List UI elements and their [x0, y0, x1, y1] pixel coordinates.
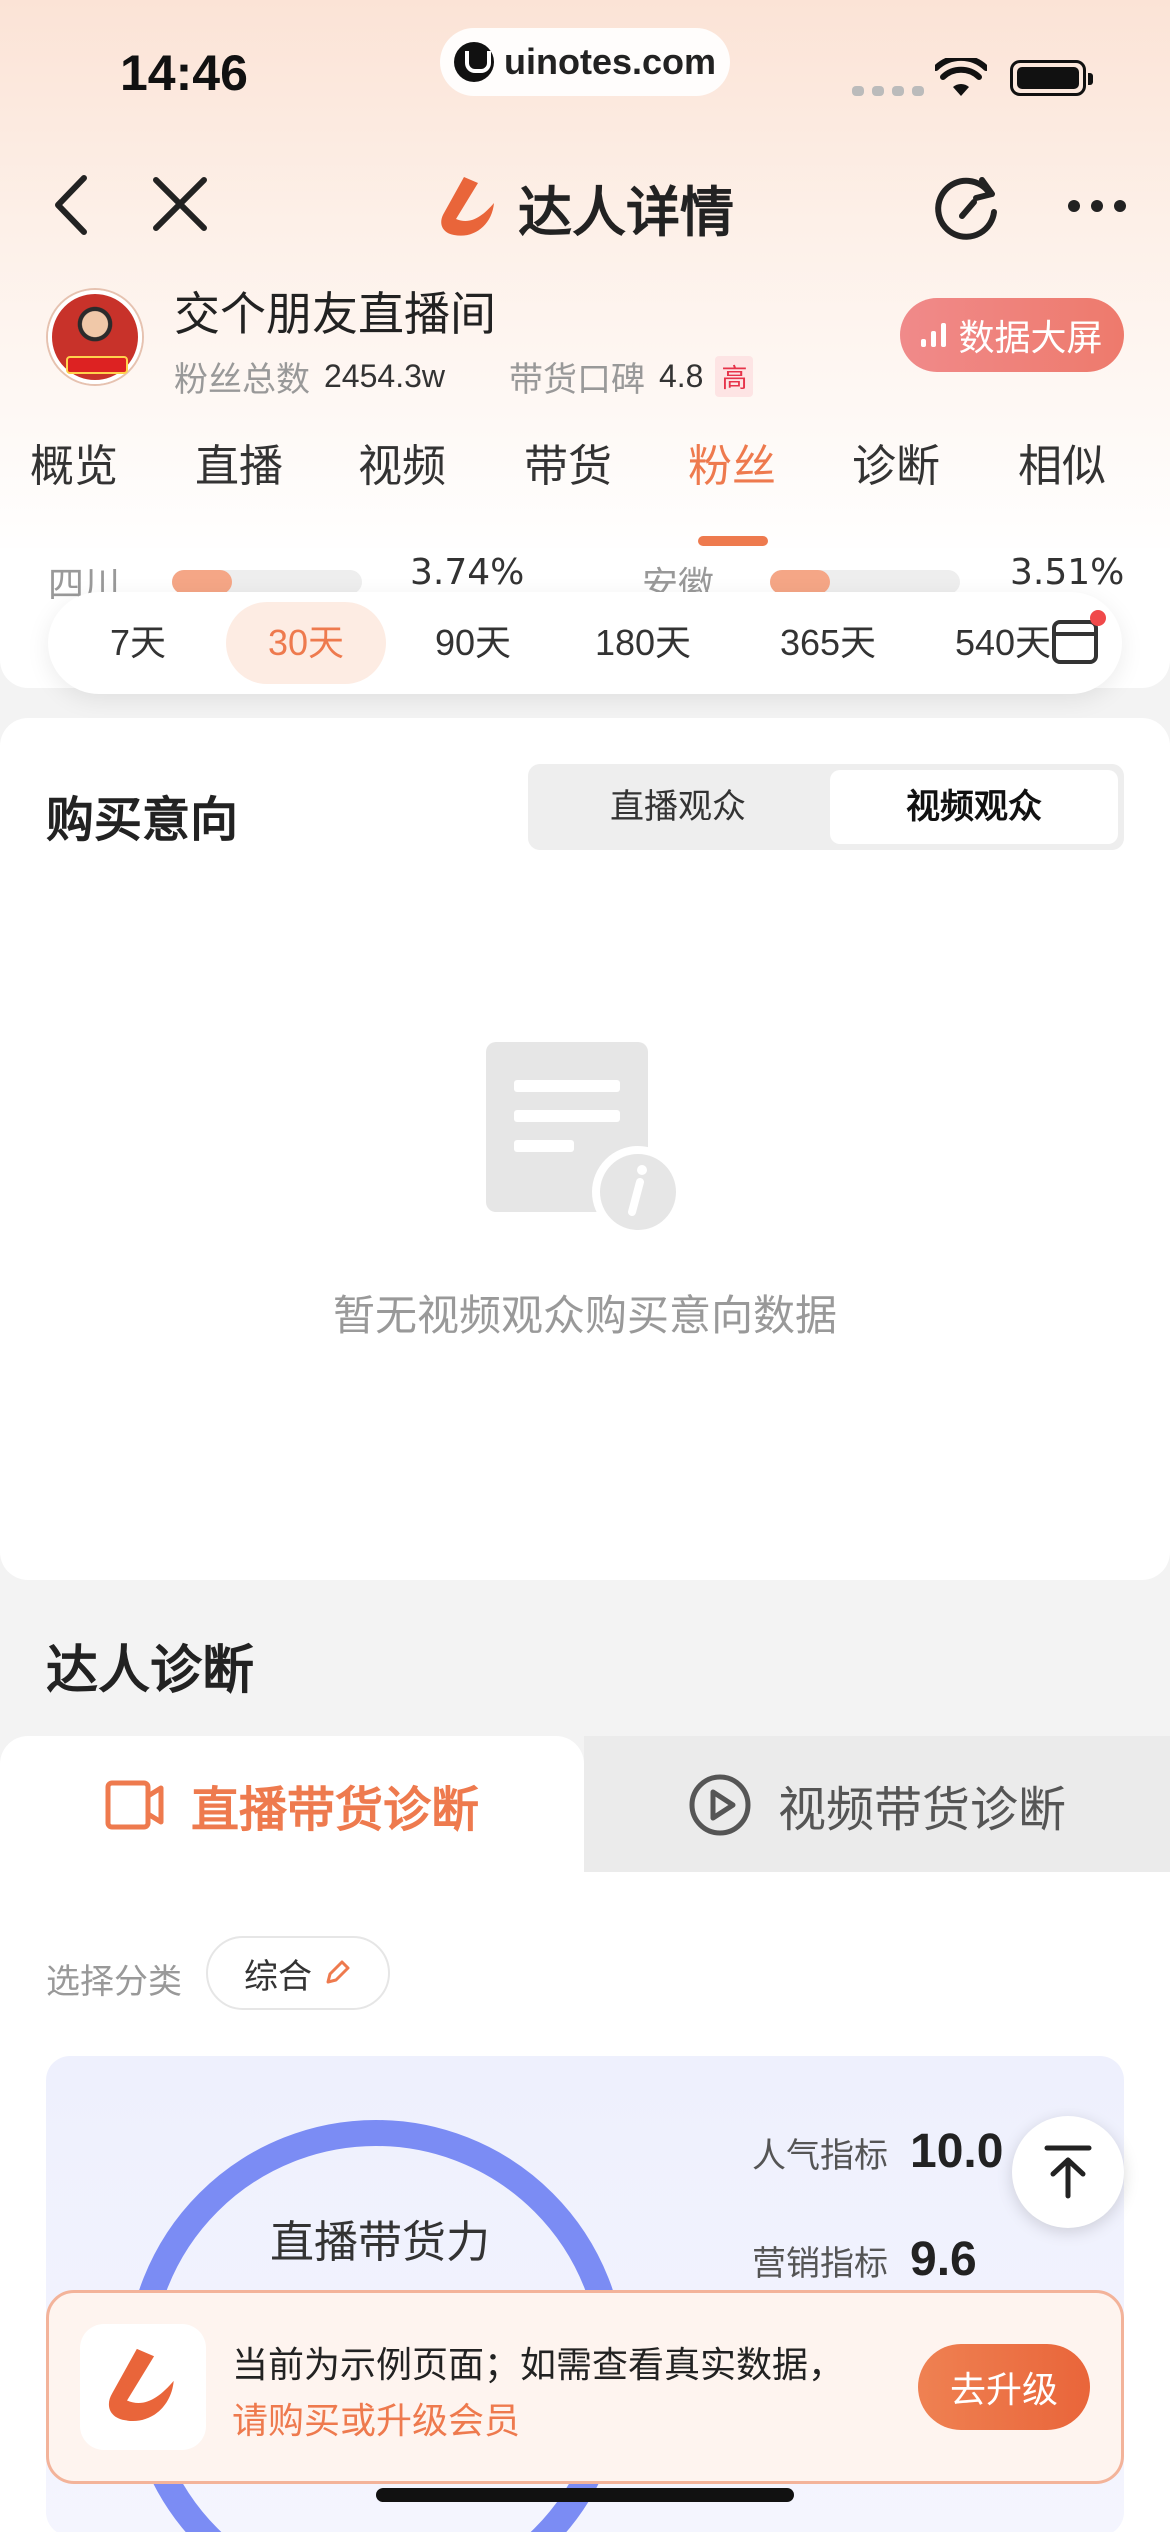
metric-marketing: 营销指标 9.6 — [752, 2232, 977, 2287]
metric-popularity: 人气指标 10.0 — [752, 2124, 1003, 2179]
tab-goods[interactable]: 带货 — [524, 430, 612, 494]
wifi-icon — [933, 54, 989, 102]
tab-fans[interactable]: 粉丝 — [688, 430, 776, 494]
more-icon[interactable] — [1068, 200, 1126, 212]
back-icon[interactable] — [46, 170, 96, 244]
diagnosis-tabs: 直播带货诊断 视频带货诊断 — [0, 1736, 1170, 1874]
tab-diagnosis[interactable]: 诊断 — [852, 430, 940, 494]
reputation-value: 4.8 — [658, 358, 704, 394]
tab-bar: 概览 直播 视频 带货 粉丝 诊断 相似 — [0, 430, 1170, 540]
day-option-30[interactable]: 30天 — [226, 592, 386, 694]
home-indicator — [376, 2488, 794, 2502]
region-left-bar — [172, 570, 362, 594]
gauge-label: 直播带货力 — [270, 2217, 490, 2268]
empty-document-icon — [484, 1040, 684, 1244]
big-screen-label: 数据大屏 — [958, 318, 1103, 359]
arrow-up-icon — [1044, 2145, 1092, 2199]
category-chip[interactable]: 综合 — [206, 1936, 390, 2010]
purchase-intent-title: 购买意向 — [46, 792, 239, 848]
fans-value: 2454.3w — [324, 358, 445, 394]
segment-live-audience[interactable]: 直播观众 — [534, 770, 822, 844]
day-option-180[interactable]: 180天 — [568, 592, 718, 694]
region-right-value: 3.51% — [1010, 552, 1125, 593]
video-camera-icon — [105, 1780, 164, 1830]
page-title-group: 达人详情 — [434, 168, 734, 247]
category-value: 综合 — [244, 1956, 312, 1997]
site-logo-icon — [453, 42, 494, 82]
battery-icon — [1010, 60, 1093, 96]
bar-chart-icon — [921, 323, 947, 347]
active-tab-indicator — [698, 536, 768, 546]
reputation-level-badge: 高 — [715, 356, 754, 397]
metric-marketing-value: 9.6 — [910, 2233, 977, 2286]
category-label: 选择分类 — [46, 1962, 182, 2002]
tab-overview[interactable]: 概览 — [30, 430, 118, 494]
avatar[interactable] — [48, 290, 142, 384]
metric-popularity-label: 人气指标 — [752, 2136, 888, 2176]
app-logo-icon — [441, 176, 494, 236]
close-icon[interactable] — [148, 170, 212, 244]
upgrade-button[interactable]: 去升级 — [918, 2344, 1090, 2430]
tab-live-diagnosis-label: 直播带货诊断 — [190, 1782, 479, 1838]
profile-name: 交个朋友直播间 — [174, 287, 496, 341]
calendar-icon[interactable] — [1052, 620, 1098, 664]
url-text: uinotes.com — [503, 41, 717, 82]
banner-text-line1: 当前为示例页面；如需查看真实数据， — [232, 2345, 845, 2386]
url-pill[interactable]: uinotes.com — [440, 28, 730, 96]
profile-stats: 粉丝总数 2454.3w 带货口碑 4.8 高 — [174, 352, 754, 401]
fans-label: 粉丝总数 — [174, 360, 310, 400]
refresh-icon[interactable] — [932, 172, 1004, 248]
day-option-90[interactable]: 90天 — [408, 592, 538, 694]
empty-state-text: 暂无视频观众购买意向数据 — [332, 1291, 837, 1340]
tab-similar[interactable]: 相似 — [1018, 430, 1106, 494]
day-range-selector: 7天 30天 90天 180天 365天 540天 — [48, 592, 1122, 694]
page-title: 达人详情 — [518, 181, 734, 244]
edit-pencil-icon — [326, 1960, 350, 1984]
play-circle-icon — [689, 1774, 751, 1836]
cellular-signal-icon — [852, 86, 924, 96]
tab-live-diagnosis[interactable]: 直播带货诊断 — [0, 1736, 584, 1874]
metric-popularity-value: 10.0 — [910, 2125, 1004, 2178]
reputation-label: 带货口碑 — [508, 360, 645, 400]
segment-video-audience[interactable]: 视频观众 — [830, 770, 1118, 844]
tab-live[interactable]: 直播 — [195, 430, 283, 494]
status-time: 14:46 — [120, 45, 248, 101]
day-option-365[interactable]: 365天 — [748, 592, 908, 694]
tab-video-diagnosis-label: 视频带货诊断 — [777, 1782, 1066, 1838]
back-to-top-button[interactable] — [1012, 2116, 1124, 2228]
diagnosis-title: 达人诊断 — [46, 1641, 255, 1701]
data-big-screen-button[interactable]: 数据大屏 — [900, 298, 1124, 372]
audience-segment-control: 直播观众 视频观众 — [528, 764, 1124, 850]
banner-purchase-link[interactable]: 请购买或升级会员 — [232, 2392, 520, 2444]
region-right-bar — [770, 570, 960, 594]
notification-dot — [1090, 610, 1106, 626]
tab-video[interactable]: 视频 — [358, 430, 446, 494]
day-option-7[interactable]: 7天 — [88, 592, 188, 694]
metric-marketing-label: 营销指标 — [752, 2244, 888, 2284]
region-left-value: 3.74% — [410, 552, 525, 593]
tab-video-diagnosis[interactable]: 视频带货诊断 — [584, 1736, 1170, 1874]
banner-app-logo-icon — [80, 2324, 206, 2450]
